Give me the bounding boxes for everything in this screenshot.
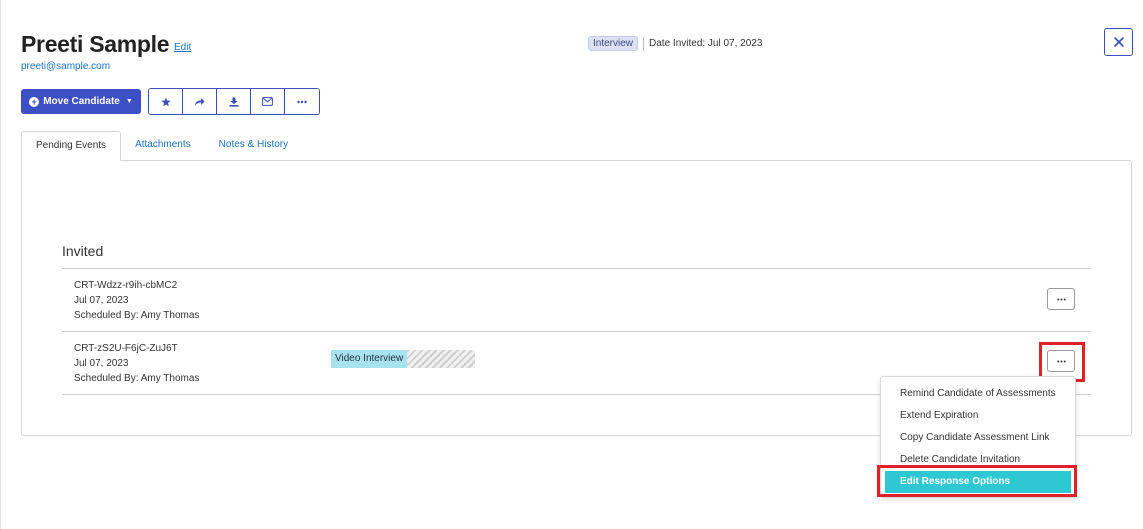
event-more-button[interactable] — [1047, 288, 1075, 310]
close-icon — [1113, 37, 1124, 47]
meta-divider — [643, 36, 645, 51]
video-interview-label: Video Interview — [331, 350, 408, 368]
envelope-icon — [262, 97, 273, 106]
menu-item-remind-candidate[interactable]: Remind Candidate of Assessments — [881, 383, 1075, 405]
app-frame: Preeti Sample Edit preeti@sample.com Int… — [0, 0, 1143, 529]
star-button[interactable] — [149, 89, 183, 114]
share-button[interactable] — [183, 89, 217, 114]
star-icon — [160, 97, 171, 106]
edit-name-link[interactable]: Edit — [174, 42, 191, 53]
email-button[interactable] — [251, 89, 285, 114]
candidate-name: Preeti Sample — [21, 31, 170, 57]
video-interview-badge: Video Interview — [331, 350, 476, 368]
more-actions-button[interactable] — [285, 89, 319, 114]
event-date: Jul 07, 2023 — [74, 295, 129, 306]
event-id: CRT-zS2U-F6jC-ZuJ6T — [74, 343, 178, 354]
video-progress-bar — [407, 350, 476, 368]
event-row: CRT-zS2U-F6jC-ZuJ6T Jul 07, 2023 Schedul… — [74, 341, 199, 386]
event-scheduled-by: Scheduled By: Amy Thomas — [74, 310, 200, 321]
event-row: CRT-Wdzz-r9ih-cbMC2 Jul 07, 2023 Schedul… — [74, 278, 199, 323]
candidate-email[interactable]: preeti@sample.com — [21, 61, 110, 72]
caret-down-icon: ▼ — [125, 98, 133, 105]
tab-pending-events[interactable]: Pending Events — [21, 131, 122, 161]
divider — [62, 268, 1091, 269]
move-candidate-button[interactable]: + Move Candidate ▼ — [21, 89, 141, 114]
share-icon — [195, 97, 205, 106]
section-title-invited: Invited — [62, 243, 104, 259]
plus-circle-icon: + — [29, 96, 40, 107]
download-button[interactable] — [217, 89, 251, 114]
event-scheduled-by: Scheduled By: Amy Thomas — [74, 373, 200, 384]
tab-bar: Pending Events Attachments Notes & Histo… — [21, 131, 302, 161]
more-icon — [1056, 298, 1066, 300]
tab-notes-history[interactable]: Notes & History — [205, 131, 302, 161]
more-icon — [297, 100, 307, 103]
download-icon — [229, 97, 238, 107]
close-button[interactable] — [1104, 28, 1133, 56]
interview-badge: Interview — [588, 36, 639, 51]
tab-attachments[interactable]: Attachments — [121, 131, 205, 161]
move-candidate-label: Move Candidate — [43, 96, 120, 107]
date-invited: Date Invited: Jul 07, 2023 — [649, 38, 763, 49]
event-date: Jul 07, 2023 — [74, 358, 129, 369]
highlight-box-edit-response — [877, 465, 1077, 497]
menu-item-extend-expiration[interactable]: Extend Expiration — [881, 405, 1075, 427]
divider — [62, 331, 1091, 332]
candidate-action-group — [148, 88, 320, 115]
header-meta: Interview Date Invited: Jul 07, 2023 — [588, 36, 762, 51]
event-id: CRT-Wdzz-r9ih-cbMC2 — [74, 280, 178, 291]
menu-item-copy-link[interactable]: Copy Candidate Assessment Link — [881, 427, 1075, 449]
